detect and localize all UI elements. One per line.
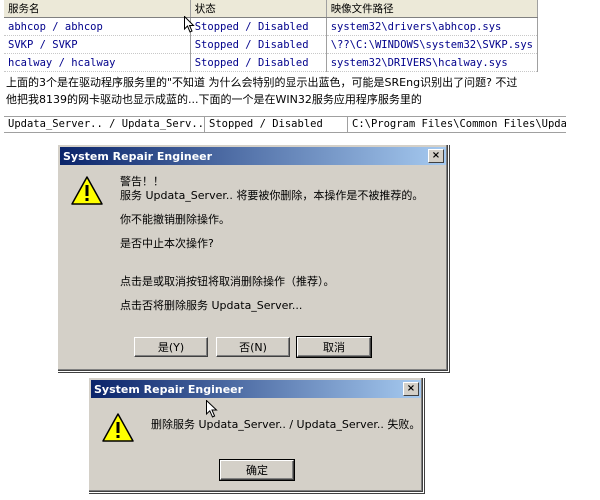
cell-status: Stopped / Disabled	[205, 117, 348, 132]
table-row[interactable]: hcalway / hcalway Stopped / Disabled sys…	[4, 53, 539, 72]
yes-button[interactable]: 是(Y)	[134, 337, 208, 357]
table-row[interactable]: SVKP / SVKP Stopped / Disabled \??\C:\WI…	[4, 35, 539, 54]
warning-heading: 警告！！	[120, 175, 164, 188]
confirm-delete-dialog: System Repair Engineer × 警告！！ 服务 Updata_…	[57, 144, 449, 372]
cell-service: Updata_Server.. / Updata_Serv...	[4, 117, 205, 132]
cell-status: Stopped / Disabled	[190, 53, 327, 72]
cell-service: hcalway / hcalway	[4, 53, 191, 72]
close-button[interactable]: ×	[428, 149, 444, 163]
table-row[interactable]: Updata_Server.. / Updata_Serv... Stopped…	[4, 116, 566, 133]
ok-button[interactable]: 确定	[219, 459, 295, 481]
table-row[interactable]: abhcop / abhcop Stopped / Disabled syste…	[4, 17, 539, 36]
cell-status: Stopped / Disabled	[190, 17, 327, 36]
dialog-message: 警告！！ 服务 Updata_Server.. 将要被你删除，本操作是不被推荐的…	[120, 175, 423, 313]
cell-path: C:\Program Files\Common Files\Update	[352, 118, 566, 130]
note-line-1: 上面的3个是在驱动程序服务里的"不知道 为什么会特别的显示出蓝色，可能是SREn…	[6, 76, 518, 89]
mouse-cursor-icon	[184, 16, 195, 33]
col-service-name[interactable]: 服务名	[4, 0, 191, 18]
cancel-button[interactable]: 取消	[296, 336, 372, 358]
table-header: 服务名 状态 映像文件路径	[4, 0, 539, 18]
warning-icon	[102, 413, 134, 442]
col-status[interactable]: 状态	[190, 0, 327, 18]
dialog-title: System Repair Engineer	[94, 382, 244, 396]
cell-path: \??\C:\WINDOWS\system32\SVKP.sys	[326, 35, 539, 54]
cell-path: system32\drivers\abhcop.sys	[326, 17, 539, 36]
explanation-text: 上面的3个是在驱动程序服务里的"不知道 为什么会特别的显示出蓝色，可能是SREn…	[6, 74, 596, 108]
delete-failed-dialog: System Repair Engineer × 删除服务 Updata_Ser…	[88, 377, 424, 493]
message-line: 点击是或取消按钮将取消删除操作（推荐）。	[120, 275, 335, 288]
dialog-title-bar[interactable]: System Repair Engineer ×	[91, 380, 421, 398]
cell-service: abhcop / abhcop	[4, 17, 191, 36]
message-line: 点击否将删除服务 Updata_Server...	[120, 299, 303, 312]
services-table: 服务名 状态 映像文件路径 abhcop / abhcop Stopped / …	[4, 0, 539, 72]
cell-service: SVKP / SVKP	[4, 35, 191, 54]
warning-icon	[71, 176, 103, 205]
no-button[interactable]: 否(N)	[216, 337, 290, 357]
dialog-title: System Repair Engineer	[63, 149, 213, 163]
col-image-path[interactable]: 映像文件路径	[326, 0, 539, 18]
dialog-message: 删除服务 Updata_Server.. / Updata_Server.. 失…	[151, 418, 421, 431]
message-line: 服务 Updata_Server.. 将要被你删除，本操作是不被推荐的。	[120, 189, 424, 202]
dialog-title-bar[interactable]: System Repair Engineer ×	[60, 147, 446, 165]
message-line: 是否中止本次操作?	[120, 237, 214, 250]
message-line: 你不能撤销删除操作。	[120, 213, 230, 226]
cell-status: Stopped / Disabled	[190, 35, 327, 54]
note-line-2: 他把我8139的网卡驱动也显示成蓝的...下面的一个是在WIN32服务应用程序服…	[6, 93, 422, 106]
mouse-cursor-icon	[206, 400, 218, 418]
cell-path: system32\DRIVERS\hcalway.sys	[326, 53, 539, 72]
close-button[interactable]: ×	[403, 382, 419, 396]
